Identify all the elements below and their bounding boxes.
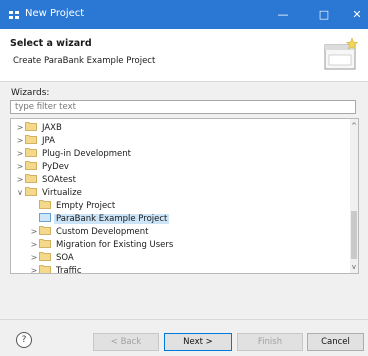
folder-icon	[39, 239, 54, 250]
finish-button[interactable]: Finish	[237, 333, 303, 351]
tree-item[interactable]: Empty Project	[29, 199, 117, 212]
footer-divider	[0, 319, 368, 320]
tree-item-label: PyDev	[42, 162, 69, 172]
tree-item[interactable]: > SOAtest	[15, 173, 78, 186]
tree-item-label: Traffic	[56, 266, 82, 274]
tree-item[interactable]: > Traffic	[29, 264, 84, 274]
help-icon[interactable]: ?	[16, 332, 32, 348]
tree-item[interactable]: > Migration for Existing Users	[29, 238, 175, 251]
page-description: Create ParaBank Example Project	[13, 56, 156, 66]
folder-icon	[39, 226, 54, 237]
chevron-right-icon[interactable]: >	[29, 251, 39, 264]
close-button[interactable]: ✕	[340, 0, 368, 29]
tree-item[interactable]: > SOA	[29, 251, 76, 264]
title-bar: New Project — □ ✕	[0, 0, 368, 29]
tree-item[interactable]: > JAXB	[15, 121, 64, 134]
chevron-right-icon[interactable]: >	[15, 173, 25, 186]
chevron-right-icon[interactable]: >	[15, 134, 25, 147]
folder-icon	[25, 148, 40, 159]
tree-item-label: Custom Development	[56, 227, 149, 237]
tree-item-label: JPA	[42, 136, 55, 146]
chevron-right-icon[interactable]: >	[15, 121, 25, 134]
tree-scrollbar[interactable]: ^ v	[350, 119, 358, 273]
eclipse-app-icon	[9, 11, 19, 19]
window-title: New Project	[25, 8, 85, 19]
folder-icon	[25, 187, 40, 198]
cancel-button[interactable]: Cancel	[307, 333, 364, 351]
next-button[interactable]: Next >	[164, 333, 232, 351]
folder-icon	[25, 122, 40, 133]
chevron-down-icon[interactable]: ∨	[15, 186, 25, 199]
tree-item[interactable]: > Plug-in Development	[15, 147, 133, 160]
wizard-tree[interactable]: > JAXB > JPA > Plug-in Development > PyDev > SOAt…	[10, 118, 359, 274]
maximize-button[interactable]: □	[307, 0, 341, 29]
tree-item-label: SOA	[56, 253, 74, 263]
tree-item-label: Migration for Existing Users	[56, 240, 174, 250]
tree-item[interactable]: > PyDev	[15, 160, 71, 173]
tree-item-label: Empty Project	[56, 201, 116, 211]
page-title: Select a wizard	[10, 38, 92, 49]
chevron-right-icon[interactable]: >	[29, 225, 39, 238]
tree-item[interactable]: > Custom Development	[29, 225, 151, 238]
scroll-thumb[interactable]	[351, 211, 357, 259]
tree-item-label: Virtualize	[42, 188, 82, 198]
tree-item[interactable]: > JPA	[15, 134, 57, 147]
tree-item-label: Plug-in Development	[42, 149, 132, 159]
tree-item[interactable]: ∨ Virtualize	[15, 186, 84, 199]
tree-item-label: ParaBank Example Project	[54, 214, 170, 224]
chevron-right-icon[interactable]: >	[29, 264, 39, 273]
wizard-filter-input[interactable]	[10, 100, 356, 114]
folder-icon	[25, 135, 40, 146]
wizard-header: Select a wizard Create ParaBank Example …	[0, 29, 368, 82]
tree-item-label: JAXB	[42, 123, 62, 133]
project-folder-icon	[39, 200, 54, 211]
tree-item-label: SOAtest	[42, 175, 76, 185]
back-button[interactable]: < Back	[93, 333, 159, 351]
folder-icon	[25, 161, 40, 172]
scroll-down-icon[interactable]: v	[350, 262, 358, 272]
chevron-right-icon[interactable]: >	[15, 160, 25, 173]
folder-icon	[39, 265, 54, 273]
chevron-right-icon[interactable]: >	[15, 147, 25, 160]
wizard-banner-icon	[324, 37, 359, 70]
project-icon	[39, 213, 54, 224]
chevron-right-icon[interactable]: >	[29, 238, 39, 251]
scroll-up-icon[interactable]: ^	[350, 121, 358, 131]
tree-item[interactable]: ParaBank Example Project	[29, 212, 170, 225]
minimize-button[interactable]: —	[266, 0, 300, 29]
folder-icon	[39, 252, 54, 263]
wizards-label: Wizards:	[11, 88, 50, 98]
folder-icon	[25, 174, 40, 185]
